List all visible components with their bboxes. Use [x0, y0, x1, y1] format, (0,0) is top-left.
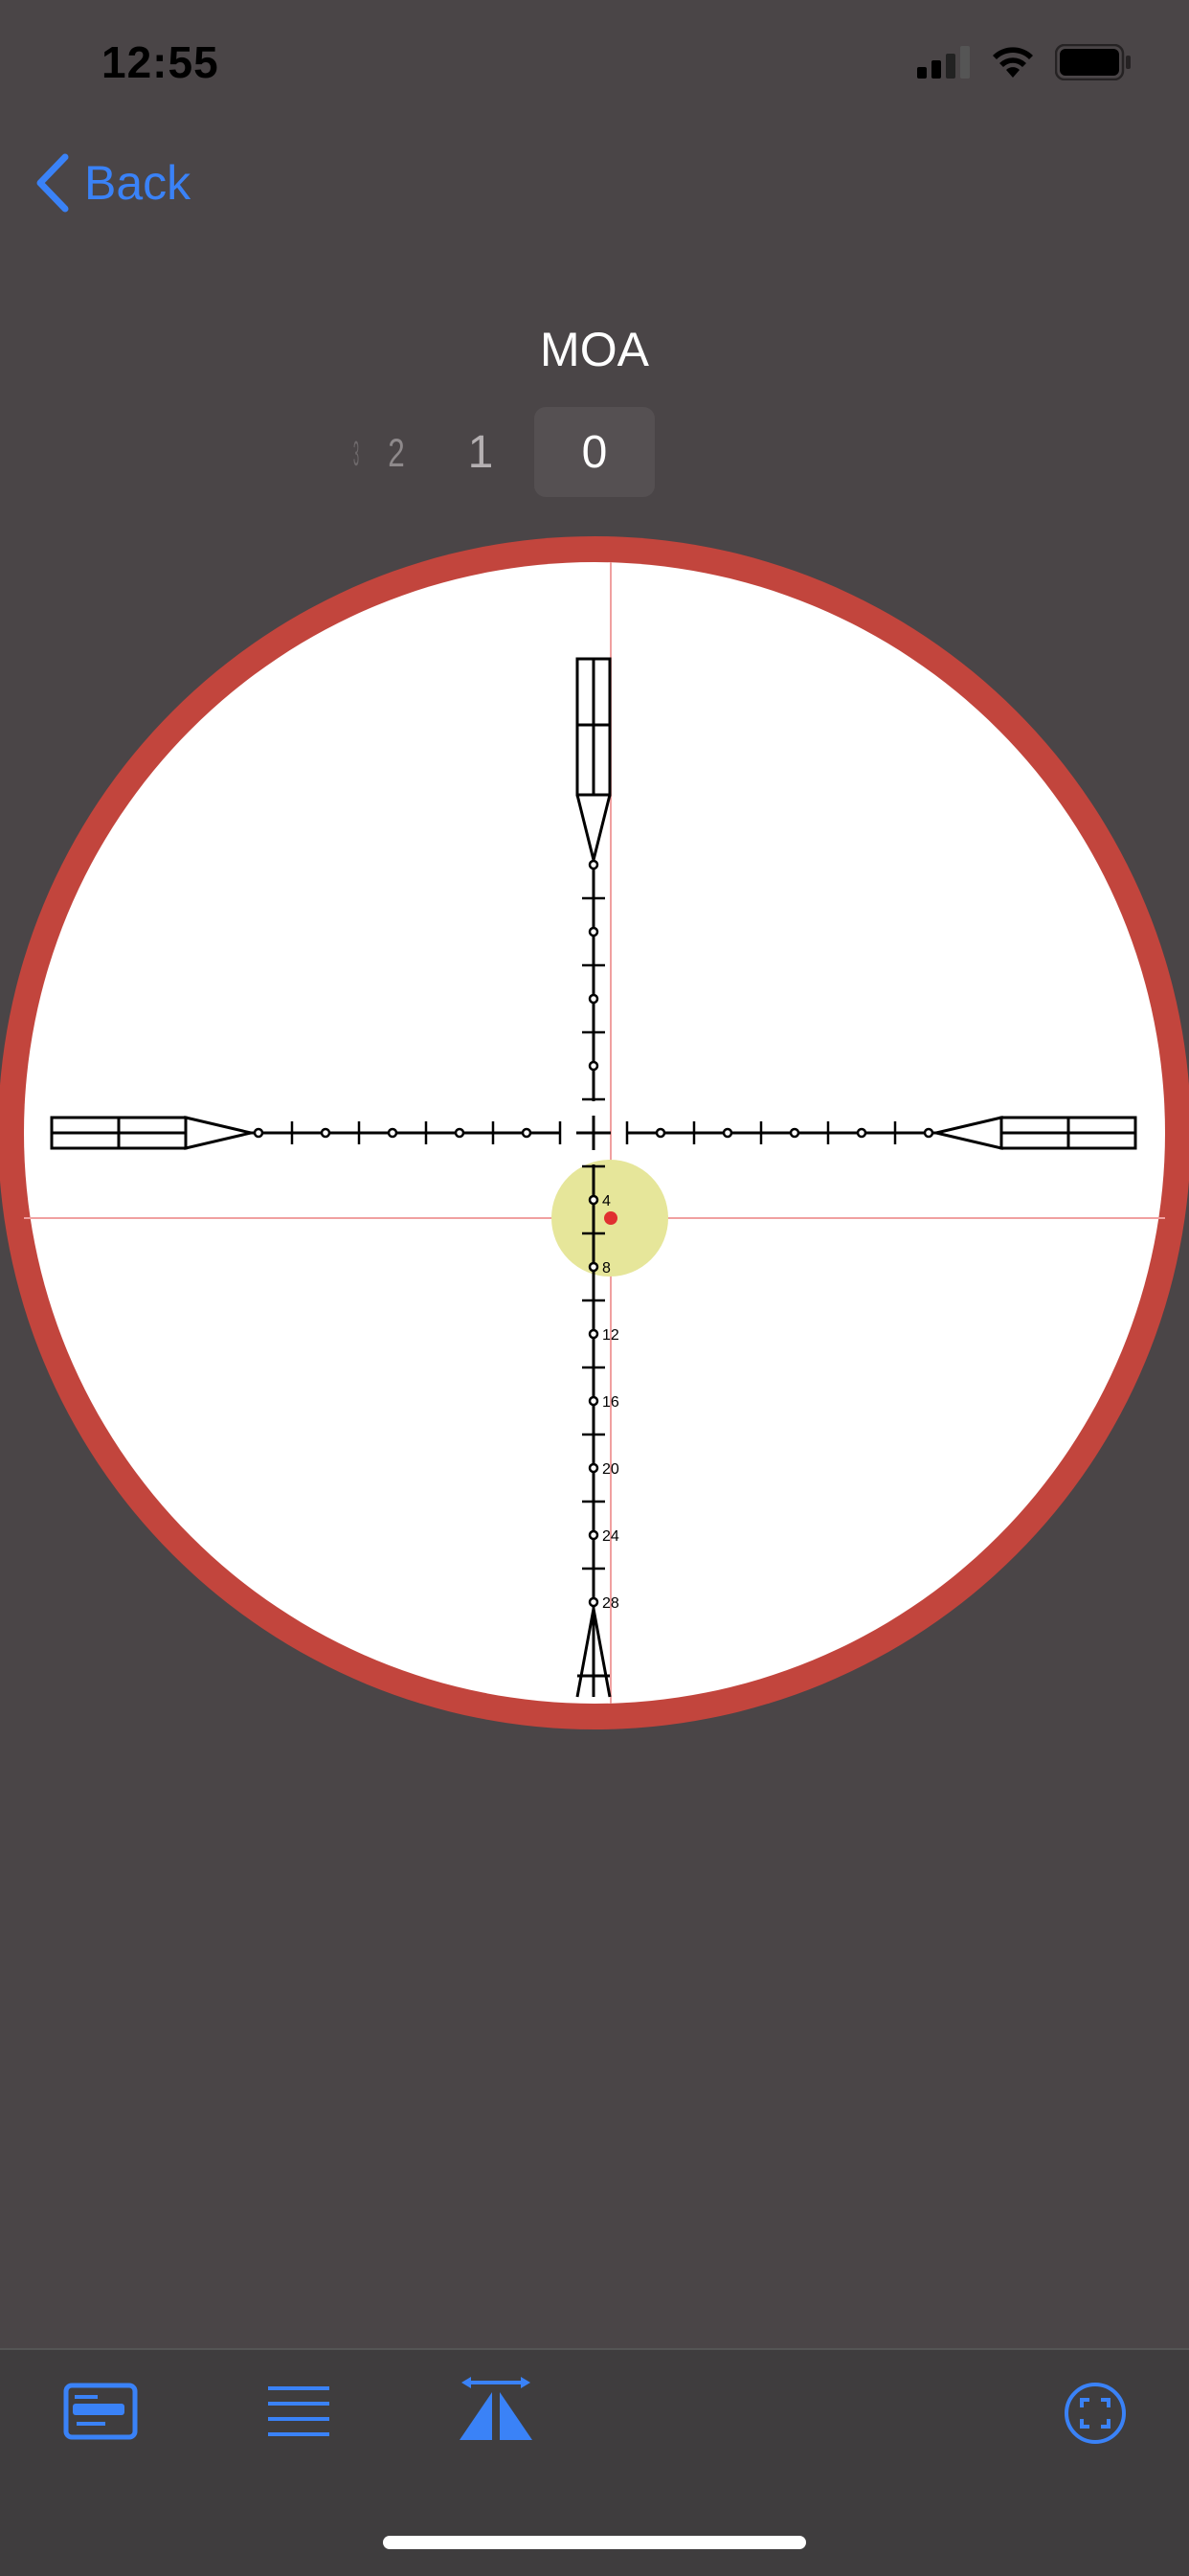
- elevation-dot: [588, 1395, 599, 1407]
- windage-dot: [923, 1127, 934, 1139]
- elevation-label: 24: [602, 1528, 619, 1545]
- menu-button[interactable]: [266, 2381, 331, 2447]
- holdover-dot: [588, 926, 599, 938]
- elevation-dot: [588, 1261, 599, 1273]
- windage-dot: [454, 1127, 465, 1139]
- reticle-svg: 4 8 12 16 20 24 28: [0, 536, 1189, 1729]
- windage-dot: [320, 1127, 331, 1139]
- elevation-dot: [588, 1596, 599, 1608]
- elevation-label: 20: [602, 1461, 619, 1478]
- elevation-label: 8: [602, 1260, 611, 1277]
- menu-list-icon: [268, 2386, 329, 2436]
- windage-dot: [655, 1127, 666, 1139]
- status-icons: [917, 44, 1132, 80]
- windage-dot: [387, 1127, 398, 1139]
- elevation-dot: [588, 1529, 599, 1541]
- windage-dot: [722, 1127, 733, 1139]
- cellular-signal-icon: [917, 46, 970, 79]
- back-label: Back: [84, 156, 191, 210]
- elevation-label: 28: [602, 1595, 619, 1612]
- windage-dot: [253, 1127, 264, 1139]
- holdover-dot: [588, 993, 599, 1005]
- elevation-dot: [588, 1462, 599, 1474]
- picker-item[interactable]: 3: [348, 434, 365, 474]
- picker-item[interactable]: 1: [452, 426, 509, 479]
- impact-dot: [604, 1211, 617, 1225]
- wifi-icon: [993, 47, 1033, 78]
- picker-item[interactable]: 2: [375, 430, 418, 476]
- reticle-range-button[interactable]: [458, 2375, 534, 2447]
- back-button[interactable]: Back: [34, 153, 191, 213]
- scope-view[interactable]: 4 8 12 16 20 24 28: [0, 536, 1189, 1733]
- fullscreen-icon: [1065, 2383, 1126, 2444]
- reticle-range-icon: [460, 2377, 532, 2440]
- home-indicator: [383, 2536, 806, 2549]
- elevation-label: 12: [602, 1327, 619, 1344]
- picker-item-selected[interactable]: 0: [566, 426, 623, 479]
- battery-icon: [1055, 44, 1131, 80]
- card-button[interactable]: [63, 2381, 138, 2447]
- holdover-dot: [588, 859, 599, 870]
- elevation-dot: [588, 1194, 599, 1206]
- elevation-label: 4: [602, 1193, 611, 1209]
- elevation-dot: [588, 1328, 599, 1340]
- windage-dot: [521, 1127, 532, 1139]
- elevation-label: 16: [602, 1394, 619, 1411]
- fullscreen-button[interactable]: [1063, 2381, 1128, 2451]
- card-icon: [63, 2383, 138, 2440]
- status-bar: 12:55: [0, 0, 1189, 134]
- windage-dot: [856, 1127, 867, 1139]
- status-time: 12:55: [101, 37, 219, 87]
- chevron-left-icon: [36, 153, 69, 213]
- windage-dot: [789, 1127, 800, 1139]
- unit-title: MOA: [540, 323, 649, 376]
- holdover-dot: [588, 1060, 599, 1072]
- value-picker[interactable]: 3 2 1 0: [0, 407, 1189, 499]
